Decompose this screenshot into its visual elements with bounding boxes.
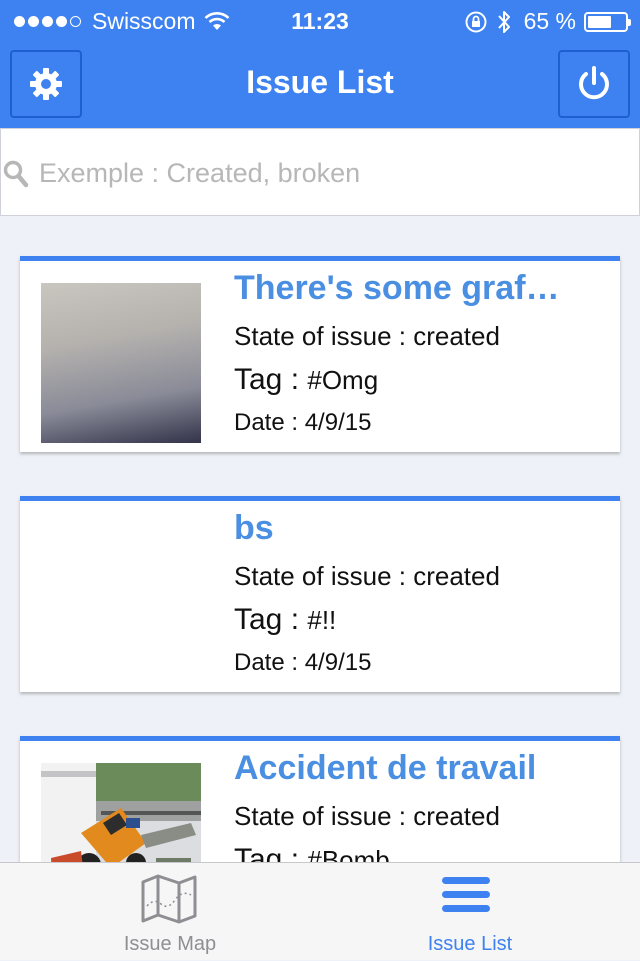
logout-button[interactable] [558,50,630,118]
tab-bar: Issue Map Issue List [0,862,640,960]
issue-state: State of issue : created [234,561,500,591]
issue-thumbnail [41,763,201,862]
issue-thumbnail [41,283,201,443]
issue-date: Date : 4/9/15 [234,409,372,436]
issue-tag: Tag : #Omg [234,363,378,397]
forklift-photo-image [41,763,201,862]
issue-tag-label: Tag : [234,363,308,396]
search-input[interactable] [37,149,631,197]
issue-tag-value: #Bomb [307,845,390,862]
search-icon [3,160,29,188]
issue-card[interactable]: There's some graf… State of issue : crea… [20,256,620,452]
issue-list: There's some graf… State of issue : crea… [0,216,640,862]
top-bar: Swisscom 11:23 65 % Issue List [0,0,640,128]
issue-date: Date : 4/9/15 [234,649,372,676]
issue-title: Accident de travail [234,749,537,787]
rotation-lock-icon [465,11,487,32]
issue-state: State of issue : created [234,321,500,351]
battery-icon [584,11,631,32]
search-bar [0,128,640,216]
tab-label: Issue List [427,933,513,955]
issue-state: State of issue : created [234,801,500,831]
issue-card[interactable]: bs State of issue : created Tag : #!! Da… [20,496,620,692]
issue-tag: Tag : #!! [234,603,336,637]
issue-tag-value: #!! [307,605,337,635]
list-icon [442,877,490,912]
issue-tag-value: #Omg [307,365,379,395]
battery-percent: 65 % [523,8,576,34]
issue-title: There's some graf… [234,269,560,307]
issue-tag-label: Tag : [234,603,308,636]
power-icon [579,66,609,100]
map-icon [141,874,197,924]
issue-title: bs [234,509,274,547]
tab-label: Issue Map [123,933,217,955]
status-bar: Swisscom 11:23 65 % [0,0,640,40]
tab-issue-list[interactable]: Issue List [310,863,630,961]
issue-tag: Tag : #Bomb [234,843,390,862]
page-title: Issue List [246,64,394,100]
bluetooth-icon [497,10,510,33]
issue-card[interactable]: Accident de travail State of issue : cre… [20,736,620,862]
issue-tag-label: Tag : [234,843,308,862]
tab-issue-map[interactable]: Issue Map [10,863,330,961]
status-right: 65 % [464,8,631,35]
